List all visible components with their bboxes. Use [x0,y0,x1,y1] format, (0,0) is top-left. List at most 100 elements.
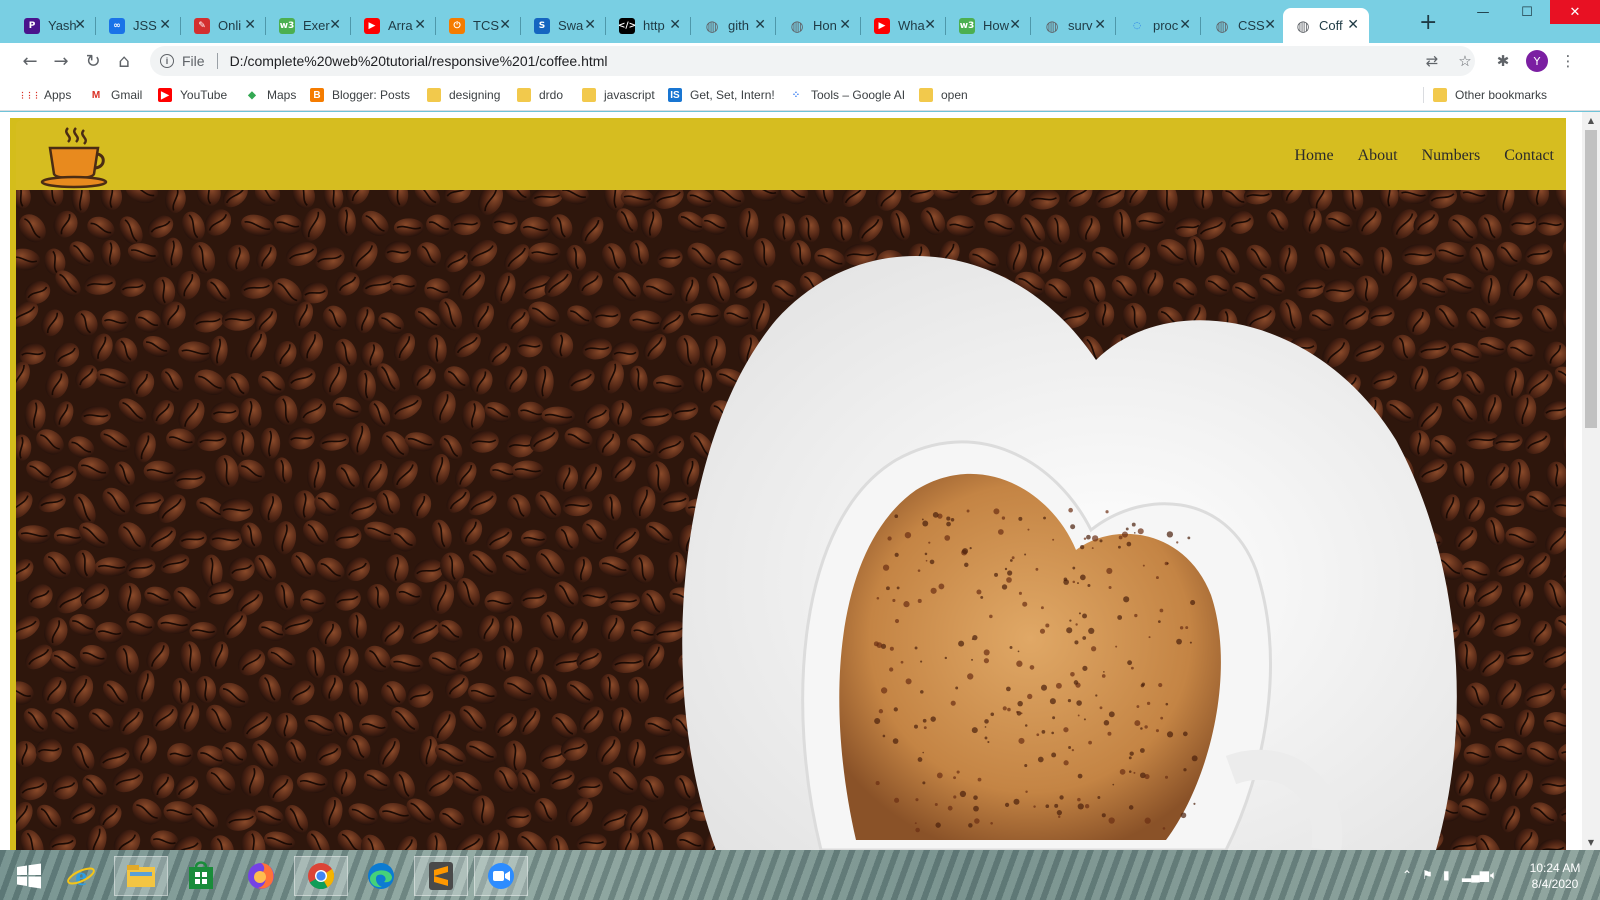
sublime-text-icon[interactable] [414,856,468,896]
network-signal-icon[interactable]: ▂▄▆ [1462,850,1489,900]
chrome-icon[interactable] [294,856,348,896]
bookmark-get-set-intern-[interactable]: IS Get, Set, Intern! [668,86,775,104]
tab-coff[interactable]: ◍ Coff ✕ [1283,8,1369,43]
tab-proc[interactable]: ◌ proc ✕ [1117,8,1201,43]
bookmarks-separator [1423,87,1424,103]
tab-exer[interactable]: w3 Exer ✕ [267,8,351,43]
tab-separator [265,17,266,35]
maximize-button[interactable]: ☐ [1504,0,1550,24]
bookmark-apps[interactable]: ⋮⋮⋮ Apps [18,86,72,104]
bookmarks-bar: ⋮⋮⋮ Apps M Gmail ▶ YouTube ◆ Maps B Blogger: Post… [0,79,1600,111]
tab-close-icon[interactable]: ✕ [584,18,596,32]
tab-jss[interactable]: ∞ JSS ✕ [97,8,181,43]
tab-close-icon[interactable]: ✕ [1094,18,1106,32]
bookmark-javascript[interactable]: javascript [582,86,655,104]
nav-link-about[interactable]: About [1358,147,1398,165]
tab-close-icon[interactable]: ✕ [1347,18,1359,32]
bookmark-designing[interactable]: designing [427,86,500,104]
new-tab-button[interactable]: + [1419,12,1437,34]
youtube-icon: ▶ [364,17,380,34]
svg-text:e: e [75,862,87,891]
show-hidden-icons-icon[interactable]: ⌃ [1402,850,1412,900]
internet-explorer-icon[interactable]: e [54,856,108,896]
system-clock[interactable]: 10:24 AM 8/4/2020 [1520,860,1590,892]
tab-arra[interactable]: ▶ Arra ✕ [352,8,436,43]
volume-icon[interactable]: 🔈︎ [1490,850,1497,900]
zoom-icon[interactable] [474,856,528,896]
tab-gith[interactable]: ◍ gith ✕ [692,8,776,43]
tab-separator [95,17,96,35]
tab-onli[interactable]: ✎ Onli ✕ [182,8,266,43]
tab-close-icon[interactable]: ✕ [244,18,256,32]
battery-icon[interactable]: ▮ [1443,850,1450,900]
nav-link-numbers[interactable]: Numbers [1422,147,1481,165]
is-icon: IS [668,88,682,102]
home-icon[interactable]: ⌂ [112,49,136,73]
address-bar[interactable]: i File D:/complete%20web%20tutorial/resp… [150,46,1475,76]
extensions-icon[interactable]: ✱ [1493,51,1513,71]
tab-close-icon[interactable]: ✕ [1009,18,1021,32]
bookmark-drdo[interactable]: drdo [517,86,563,104]
bookmark-blogger-posts[interactable]: B Blogger: Posts [310,86,410,104]
bookmark-gmail[interactable]: M Gmail [89,86,143,104]
coffee-cup-logo-icon[interactable] [38,124,108,190]
back-icon[interactable]: ← [18,49,42,73]
nav-link-home[interactable]: Home [1294,147,1333,165]
tab-close-icon[interactable]: ✕ [1264,18,1276,32]
tab-swa[interactable]: S Swa ✕ [522,8,606,43]
tab-hon[interactable]: ◍ Hon ✕ [777,8,861,43]
action-center-flag-icon[interactable]: ⚑ [1422,850,1433,900]
edge-icon[interactable] [354,856,408,896]
menu-kebab-icon[interactable]: ⋮ [1558,51,1578,71]
tab-close-icon[interactable]: ✕ [329,18,341,32]
bookmark-label: javascript [604,88,655,102]
tab-separator [775,17,776,35]
page-scrollbar[interactable]: ▲ ▼ [1582,112,1600,850]
scrollbar-thumb[interactable] [1585,130,1597,428]
tab-close-icon[interactable]: ✕ [499,18,511,32]
file-explorer-icon[interactable] [114,856,168,896]
scroll-up-icon[interactable]: ▲ [1582,112,1600,128]
bookmark-tools-google-ai[interactable]: ⁘ Tools – Google AI [789,86,905,104]
tab-close-icon[interactable]: ✕ [924,18,936,32]
close-window-button[interactable]: ✕ [1550,0,1600,24]
tab-yash[interactable]: P Yash ✕ [12,8,96,43]
reload-icon[interactable]: ↻ [81,49,105,73]
bookmark-open[interactable]: open [919,86,968,104]
minimize-button[interactable]: — [1460,0,1506,24]
start-windows-icon[interactable] [2,856,56,896]
store-icon[interactable] [174,856,228,896]
bookmark-maps[interactable]: ◆ Maps [245,86,296,104]
forward-icon[interactable]: → [49,49,73,73]
tab-separator [1115,17,1116,35]
tab-close-icon[interactable]: ✕ [414,18,426,32]
info-icon[interactable]: i [160,54,174,68]
tab-wha[interactable]: ▶ Wha ✕ [862,8,946,43]
bookmark-youtube[interactable]: ▶ YouTube [158,86,227,104]
tab-close-icon[interactable]: ✕ [1179,18,1191,32]
tab-close-icon[interactable]: ✕ [839,18,851,32]
tab-close-icon[interactable]: ✕ [159,18,171,32]
profile-avatar[interactable]: Y [1526,50,1548,72]
tab-surv[interactable]: ◍ surv ✕ [1032,8,1116,43]
url-text[interactable]: D:/complete%20web%20tutorial/responsive%… [230,53,608,69]
firefox-icon[interactable] [234,856,288,896]
translate-icon[interactable]: ⇄ [1422,51,1442,71]
bookmark-other-bookmarks[interactable]: Other bookmarks [1433,86,1547,104]
tab-css[interactable]: ◍ CSS ✕ [1202,8,1286,43]
bookmark-label: Maps [267,88,297,102]
tab-close-icon[interactable]: ✕ [754,18,766,32]
tab-close-icon[interactable]: ✕ [669,18,681,32]
scroll-down-icon[interactable]: ▼ [1582,834,1600,850]
gmail-icon: M [91,89,101,101]
bookmark-star-icon[interactable]: ☆ [1455,51,1475,71]
tab-tcs[interactable]: ⏻ TCS ✕ [437,8,521,43]
w3-icon: w3 [959,17,975,34]
tab-http[interactable]: </> http ✕ [607,8,691,43]
tab-how[interactable]: w3 How ✕ [947,8,1031,43]
nav-link-contact[interactable]: Contact [1504,147,1554,165]
folder-icon [582,88,596,102]
bookmark-label: YouTube [180,88,228,102]
tab-close-icon[interactable]: ✕ [74,18,86,32]
apps-grid-icon: ⋮⋮⋮ [18,90,41,100]
